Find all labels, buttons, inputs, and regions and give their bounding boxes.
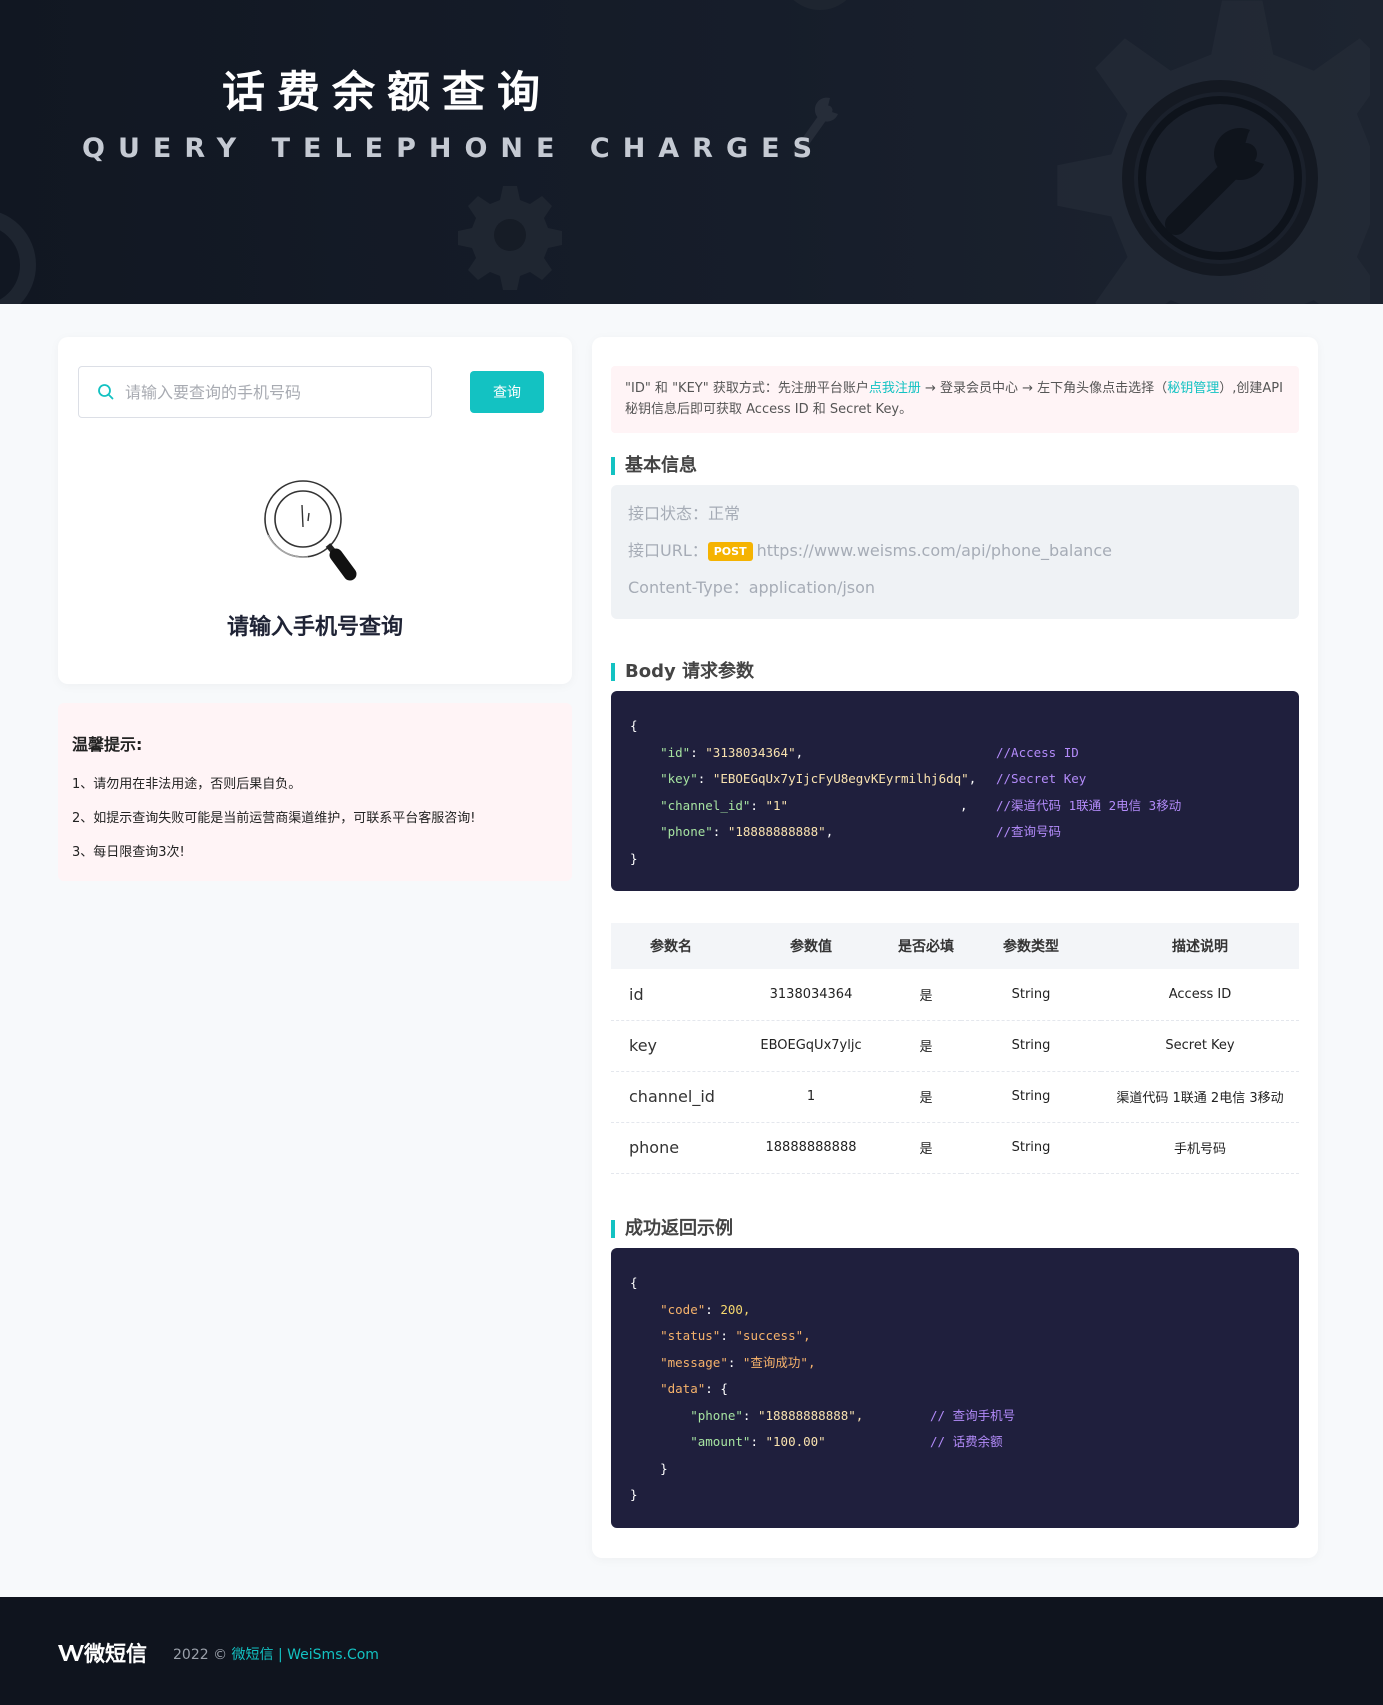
table-header-row: 参数名 参数值 是否必填 参数类型 描述说明 <box>611 923 1299 969</box>
empty-state-text: 请输入手机号查询 <box>226 615 403 640</box>
table-cell: String <box>961 1122 1101 1174</box>
top-gear-icon <box>793 0 847 10</box>
table-header: 是否必填 <box>891 923 961 969</box>
table-row: channel_id 1 是 String 渠道代码 1联通 2电信 3移动 <box>611 1071 1299 1123</box>
table-cell: 18888888888 <box>731 1122 891 1174</box>
table-cell: 1 <box>731 1071 891 1123</box>
notice-text: → 登录会员中心 → 左下角头像点击选择（ <box>920 381 1168 396</box>
phone-input[interactable] <box>125 377 415 407</box>
url-row: 接口URL： POST https://www.weisms.com/api/pho… <box>628 541 1112 561</box>
page-title: 话费余额查询 <box>222 68 552 118</box>
table-row: key EBOEGqUx7yljc 是 String Secret Key <box>611 1020 1299 1072</box>
api-key-notice: "ID" 和 "KEY" 获取方式：先注册平台账户点我注册 → 登录会员中心 →… <box>611 366 1299 433</box>
tip-item: 2、如提示查询失败可能是当前运营商渠道维护，可联系平台客服咨询! <box>72 811 476 826</box>
table-cell: EBOEGqUx7yljc <box>731 1020 891 1072</box>
response-example-title: 成功返回示例 <box>611 1220 733 1238</box>
small-gear-icon <box>458 186 562 290</box>
table-cell: String <box>961 969 1101 1021</box>
response-code-block: { "code": 200, "status": "success", "mes… <box>611 1248 1299 1528</box>
basic-info-title: 基本信息 <box>611 457 697 475</box>
method-badge: POST <box>707 542 753 561</box>
gear-decoration-icon <box>1057 0 1370 304</box>
query-button[interactable]: 查询 <box>470 371 544 413</box>
request-code-block: { "id": "3138034364",//Access ID "key": … <box>611 691 1299 891</box>
hero-banner: 话费余额查询 QUERY TELEPHONE CHARGES <box>0 0 1383 304</box>
search-icon <box>98 384 114 400</box>
table-row: phone 18888888888 是 String 手机号码 <box>611 1122 1299 1174</box>
tips-title: 温馨提示: <box>72 735 143 754</box>
table-row: id 3138034364 是 String Access ID <box>611 969 1299 1021</box>
magnifier-empty-icon <box>264 480 357 581</box>
table-cell: 渠道代码 1联通 2电信 3移动 <box>1101 1071 1299 1123</box>
table-header: 描述说明 <box>1101 923 1299 969</box>
content-type-value: application/json <box>748 578 876 597</box>
status-row: 接口状态：正常 <box>628 504 741 523</box>
params-table: 参数名 参数值 是否必填 参数类型 描述说明 id 3138034364 是 S… <box>611 923 1299 1174</box>
tips-card: 温馨提示: 1、请勿用在非法用途，否则后果自负。 2、如提示查询失败可能是当前运… <box>58 703 572 881</box>
footer: 微短信 2022 © 微短信 | WeiSms.Com <box>0 1597 1383 1705</box>
register-link[interactable]: 点我注册 <box>869 381 921 396</box>
status-value: 正常 <box>708 504 741 523</box>
table-cell: phone <box>611 1122 731 1174</box>
tip-item: 1、请勿用在非法用途，否则后果自负。 <box>72 777 302 792</box>
corner-gear-icon <box>0 212 36 304</box>
table-header: 参数类型 <box>961 923 1101 969</box>
basic-info-box: 接口状态：正常 接口URL： POST https://www.weisms.com… <box>611 485 1299 619</box>
notice-text: "ID" 和 "KEY" 获取方式：先注册平台账户 <box>625 381 869 396</box>
table-cell: 3138034364 <box>731 969 891 1021</box>
table-header: 参数值 <box>731 923 891 969</box>
table-cell: Access ID <box>1101 969 1299 1021</box>
search-box <box>78 366 432 418</box>
tip-item: 3、每日限查询3次! <box>72 845 185 860</box>
logo-w-icon <box>58 1645 84 1661</box>
search-card: 查询 请输入手机号查询 <box>58 337 572 684</box>
brand-link[interactable]: 微短信 | WeiSms.Com <box>232 1647 379 1663</box>
copyright: 2022 © 微短信 | WeiSms.Com <box>173 1647 379 1663</box>
api-url: https://www.weisms.com/api/phone_balance <box>756 541 1112 560</box>
table-cell: channel_id <box>611 1071 731 1123</box>
table-cell: key <box>611 1020 731 1072</box>
table-cell: String <box>961 1071 1101 1123</box>
api-doc-card: "ID" 和 "KEY" 获取方式：先注册平台账户点我注册 → 登录会员中心 →… <box>592 337 1318 1558</box>
body-params-title: Body 请求参数 <box>611 663 754 681</box>
table-cell: 是 <box>891 1122 961 1174</box>
key-management-link[interactable]: 秘钥管理 <box>1167 381 1219 396</box>
table-cell: 是 <box>891 969 961 1021</box>
table-cell: 是 <box>891 1071 961 1123</box>
table-header: 参数名 <box>611 923 731 969</box>
footer-logo[interactable]: 微短信 <box>58 1638 147 1668</box>
table-cell: id <box>611 969 731 1021</box>
table-cell: 是 <box>891 1020 961 1072</box>
table-cell: 手机号码 <box>1101 1122 1299 1174</box>
table-cell: Secret Key <box>1101 1020 1299 1072</box>
content-type-row: Content-Type：application/json <box>628 578 876 597</box>
page-subtitle: QUERY TELEPHONE CHARGES <box>82 133 826 164</box>
table-cell: String <box>961 1020 1101 1072</box>
